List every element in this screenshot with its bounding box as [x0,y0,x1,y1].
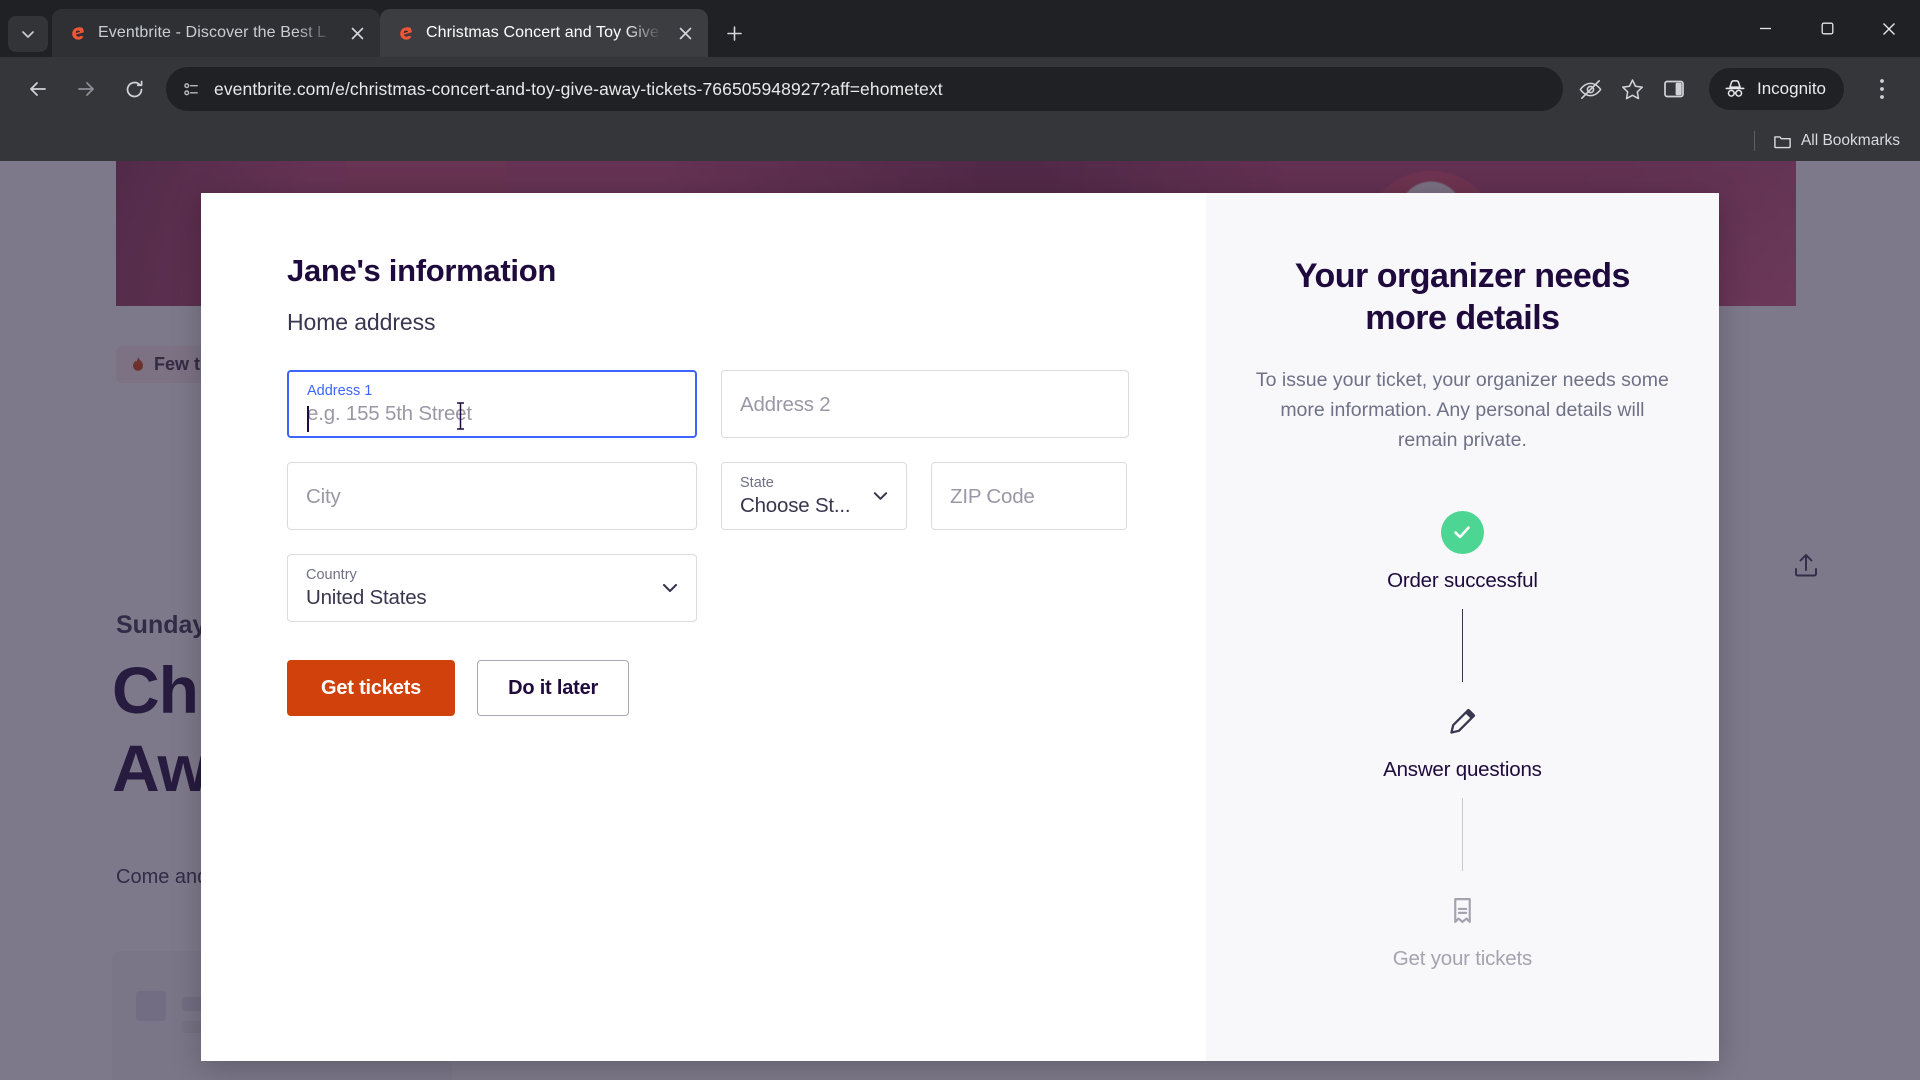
address-collection-modal: Jane's information Home address Address … [201,193,1719,1061]
minimize-button[interactable] [1734,0,1796,57]
form-row-address: Address 1 e.g. 155 5th Street Address 2 [287,370,1129,438]
tab-search-button[interactable] [8,16,48,52]
incognito-indicator[interactable]: Incognito [1709,68,1844,110]
page-info-icon[interactable] [180,78,202,100]
step-icon-wrap [1448,887,1477,933]
eye-off-icon[interactable] [1577,76,1603,102]
address-2-placeholder: Address 2 [740,392,831,416]
step-label: Answer questions [1383,758,1542,781]
state-value: Choose St... [740,493,851,517]
zip-code-placeholder: ZIP Code [950,484,1035,508]
bookmarks-bar: All Bookmarks [0,121,1920,161]
modal-title: Jane's information [287,253,556,288]
incognito-hat-icon [1723,77,1747,101]
browser-window: Eventbrite - Discover the Best L Christm… [0,0,1920,1080]
form-actions: Get tickets Do it later [287,660,1129,716]
country-value: United States [306,585,427,609]
all-bookmarks-label: All Bookmarks [1800,132,1900,149]
modal-subtitle: Home address [287,309,436,335]
back-arrow-icon [30,82,46,96]
chevron-down-icon [871,487,890,506]
step-get-your-tickets: Get your tickets [1393,887,1532,971]
address-bar[interactable]: eventbrite.com/e/christmas-concert-and-t… [166,67,1563,111]
modal-info-panel: Your organizer needs more details To iss… [1205,193,1719,1061]
step-answer-questions: Answer questions [1383,698,1542,782]
step-icon-wrap [1440,509,1484,555]
zip-code-field[interactable]: ZIP Code [931,462,1127,530]
tab-strip: Eventbrite - Discover the Best L Christm… [0,0,1920,57]
country-label: Country [306,566,357,583]
form-row-country: Country United States [287,554,1129,622]
plus-icon [726,25,742,41]
check-circle-icon [1440,510,1484,554]
modal-form-panel: Jane's information Home address Address … [201,193,1206,1061]
divider [1753,131,1755,151]
reload-button[interactable] [112,67,156,111]
chevron-down-icon [660,578,680,598]
window-controls [1734,0,1920,57]
address-form: Address 1 e.g. 155 5th Street Address 2 [287,370,1129,716]
maximize-button[interactable] [1796,0,1858,57]
tab-christmas-concert[interactable]: Christmas Concert and Toy Give [380,9,708,57]
tab-eventbrite-home[interactable]: Eventbrite - Discover the Best L [52,9,380,57]
text-caret [307,406,309,432]
chevron-down-icon [22,31,34,38]
step-order-successful: Order successful [1387,509,1538,593]
eventbrite-favicon [396,23,416,43]
do-it-later-button[interactable]: Do it later [477,660,630,716]
forward-button[interactable] [64,67,108,111]
step-connector [1461,798,1464,871]
close-icon [1883,22,1895,35]
step-label: Order successful [1387,569,1538,592]
step-icon-wrap [1447,698,1478,744]
tab-title: Christmas Concert and Toy Give [426,24,660,41]
address-1-field[interactable]: Address 1 e.g. 155 5th Street [287,370,697,438]
state-select[interactable]: State Choose St... [721,462,907,530]
all-bookmarks-button[interactable]: All Bookmarks [1773,132,1900,151]
close-window-button[interactable] [1858,0,1920,57]
get-tickets-button[interactable]: Get tickets [287,660,456,716]
city-placeholder: City [306,484,341,508]
new-tab-button[interactable] [716,15,752,51]
maximize-icon [1821,22,1833,35]
toolbar-actions: Incognito [1577,67,1904,111]
address-2-field[interactable]: Address 2 [721,370,1129,438]
info-panel-body: To issue your ticket, your organizer nee… [1255,369,1669,451]
form-row-city-state-zip: City State Choose St... ZIP Code [287,462,1129,530]
close-icon[interactable] [672,20,698,46]
page-viewport: Few tickets left Sunday, December 17 Chr… [0,161,1920,1080]
back-button[interactable] [16,67,60,111]
close-icon[interactable] [344,20,370,46]
tab-title: Eventbrite - Discover the Best L [98,24,327,41]
address-1-placeholder: e.g. 155 5th Street [307,401,472,425]
country-select[interactable]: Country United States [287,554,697,622]
star-icon[interactable] [1619,76,1645,102]
ticket-icon [1448,896,1477,925]
mouse-cursor-i-beam [455,402,466,430]
forward-arrow-icon [78,82,94,96]
reload-icon [126,80,142,97]
info-panel-title: Your organizer needs more details [1294,257,1631,337]
side-panel-icon[interactable] [1661,76,1687,102]
url-text: eventbrite.com/e/christmas-concert-and-t… [214,78,943,99]
city-field[interactable]: City [287,462,697,530]
step-connector [1461,609,1464,682]
step-label: Get your tickets [1392,947,1532,970]
incognito-label: Incognito [1757,79,1826,98]
state-label: State [740,474,774,491]
address-1-label: Address 1 [307,382,373,399]
minimize-icon [1759,27,1771,30]
three-dot-menu-icon[interactable] [1864,67,1900,111]
checkout-progress-steps: Order successful Answer questions Get yo… [1383,509,1542,971]
browser-toolbar: eventbrite.com/e/christmas-concert-and-t… [0,57,1920,121]
eventbrite-favicon [68,23,88,43]
folder-icon [1773,132,1792,151]
pencil-icon [1447,706,1478,737]
